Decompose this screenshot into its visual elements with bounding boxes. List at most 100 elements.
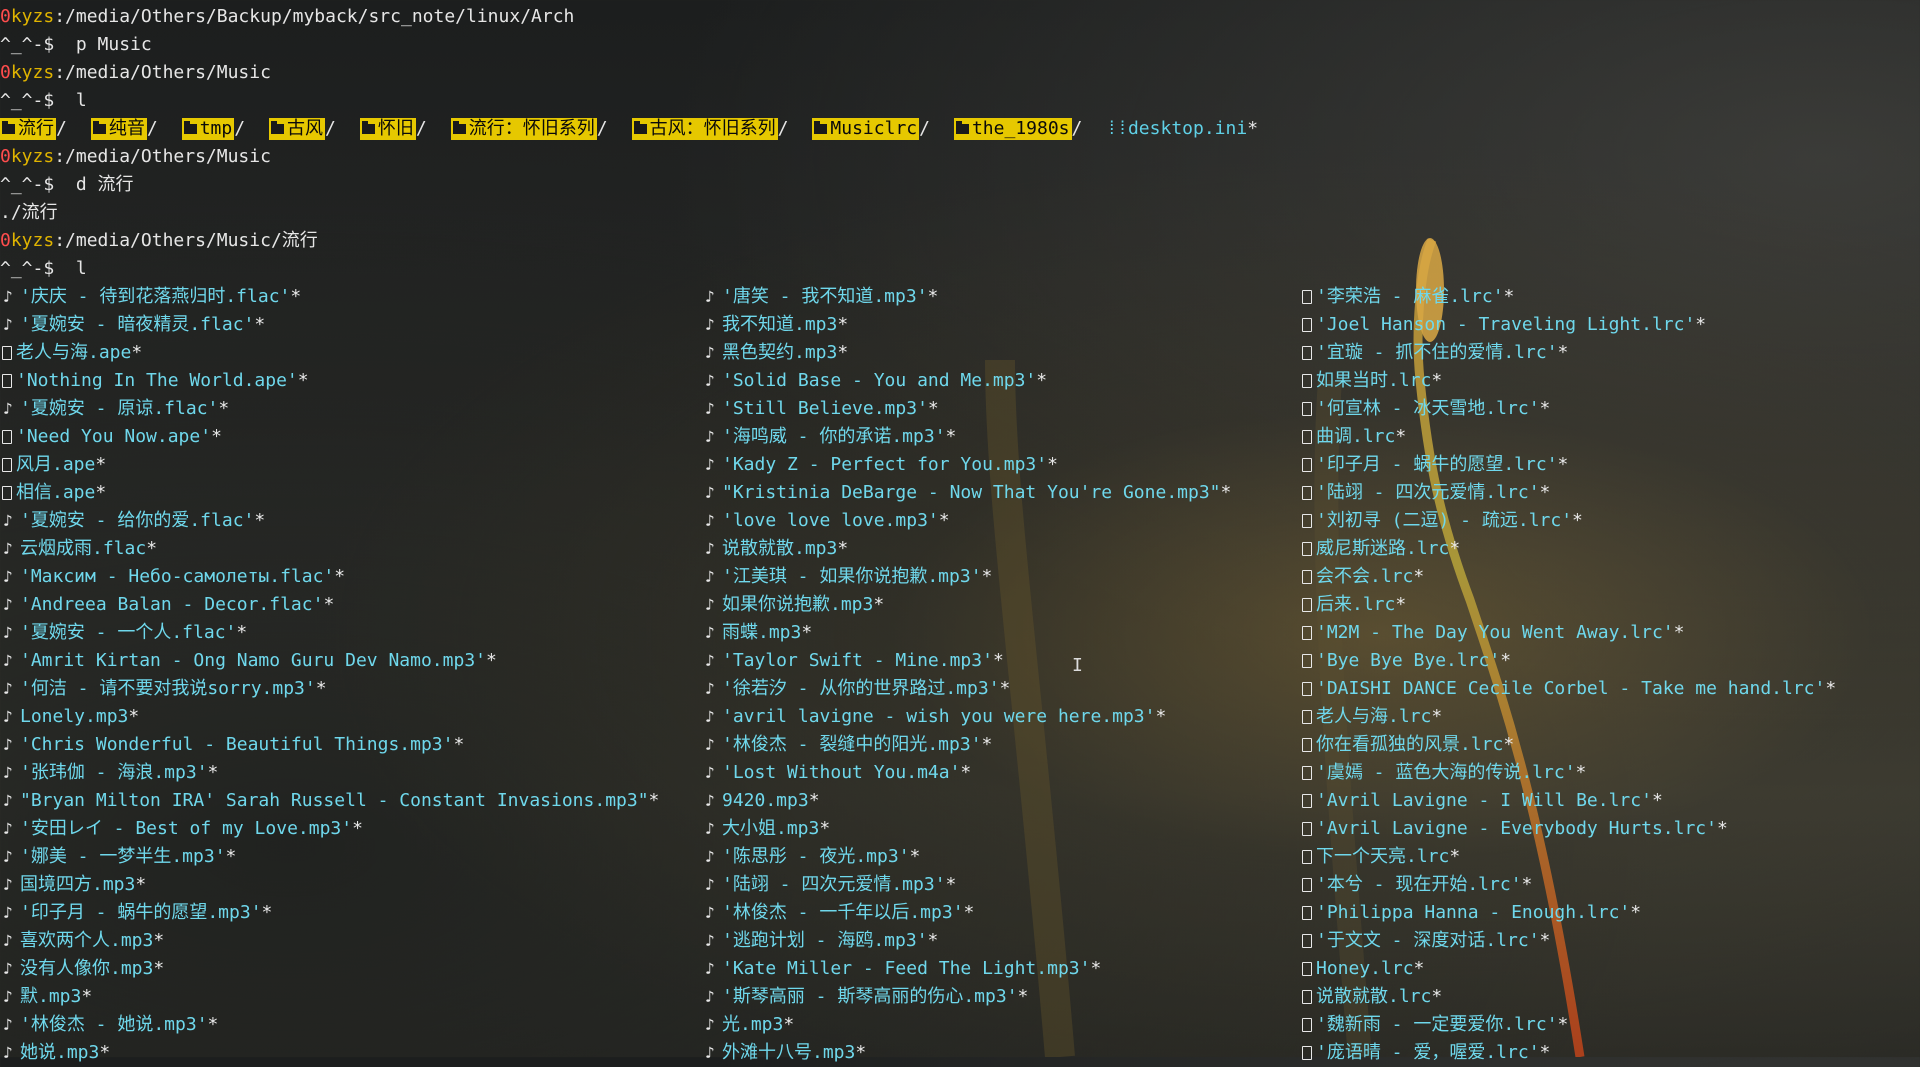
file-entry[interactable]: 后来.lrc * xyxy=(1300,591,1836,619)
file-entry[interactable]: 老人与海.lrc * xyxy=(1300,703,1836,731)
directory-entry[interactable]: the_1980s xyxy=(953,118,1072,140)
file-entry[interactable]: ♪ 9420.mp3 * xyxy=(702,787,1231,815)
file-entry[interactable]: ♪ 'love love love.mp3' * xyxy=(702,507,1231,535)
exec-suffix: * xyxy=(1090,958,1102,979)
file-entry[interactable]: 下一个天亮.lrc * xyxy=(1300,843,1836,871)
file-entry[interactable]: '魏新雨 - 一定要爱你.lrc' * xyxy=(1300,1011,1836,1039)
file-entry[interactable]: 'Need You Now.ape' * xyxy=(0,423,659,451)
file-entry[interactable]: ♪ '陆翊 - 四次元爱情.mp3' * xyxy=(702,871,1231,899)
file-entry[interactable]: '庞语晴 - 爱，喔爱.lrc' * xyxy=(1300,1039,1836,1067)
file-entry[interactable]: ♪ 她说.mp3 * xyxy=(0,1039,659,1067)
file-entry[interactable]: ♪ '张玮伽 - 海浪.mp3' * xyxy=(0,759,659,787)
file-entry[interactable]: ♪ '陈思彤 - 夜光.mp3' * xyxy=(702,843,1231,871)
file-entry[interactable]: 威尼斯迷路.lrc * xyxy=(1300,535,1836,563)
file-entry[interactable]: ♪ '夏婉安 - 原谅.flac' * xyxy=(0,395,659,423)
file-entry[interactable]: ♪ 'Lost Without You.m4a' * xyxy=(702,759,1231,787)
file-entry[interactable]: ♪ '安田レイ - Best of my Love.mp3' * xyxy=(0,815,659,843)
file-entry[interactable]: ♪ '逃跑计划 - 海鸥.mp3' * xyxy=(702,927,1231,955)
file-entry[interactable]: ♪ 喜欢两个人.mp3 * xyxy=(0,927,659,955)
file-entry[interactable]: ♪ '林俊杰 - 她说.mp3' * xyxy=(0,1011,659,1039)
file-entry[interactable]: '虞嫣 - 蓝色大海的传说.lrc' * xyxy=(1300,759,1836,787)
file-entry[interactable]: ♪ 云烟成雨.flac * xyxy=(0,535,659,563)
file-entry[interactable]: ♪ 我不知道.mp3 * xyxy=(702,311,1231,339)
file-entry[interactable]: ♪ 大小姐.mp3 * xyxy=(702,815,1231,843)
directory-entry[interactable]: tmp xyxy=(181,118,235,140)
directory-entry[interactable]: 纯音 xyxy=(90,118,147,140)
file-entry[interactable]: ♪ "Bryan Milton IRA' Sarah Russell - Cons… xyxy=(0,787,659,815)
file-entry[interactable]: ♪ '何洁 - 请不要对我说sorry.mp3' * xyxy=(0,675,659,703)
file-entry[interactable]: ♪ 'Andreea Balan - Decor.flac' * xyxy=(0,591,659,619)
file-entry[interactable]: 风月.ape * xyxy=(0,451,659,479)
file-entry[interactable]: ♪ 国境四方.mp3 * xyxy=(0,871,659,899)
file-entry[interactable]: 'Nothing In The World.ape' * xyxy=(0,367,659,395)
directory-entry[interactable]: Musiclrc xyxy=(812,118,920,140)
ini-file-entry[interactable]: ⁞⁞desktop.ini xyxy=(1106,115,1247,143)
directory-entry[interactable]: 怀旧 xyxy=(359,118,416,140)
file-entry[interactable]: 'DAISHI DANCE Cecile Corbel - Take me ha… xyxy=(1300,675,1836,703)
file-entry[interactable]: '李荣浩 - 麻雀.lrc' * xyxy=(1300,283,1836,311)
file-entry[interactable]: ♪ '江美琪 - 如果你说抱歉.mp3' * xyxy=(702,563,1231,591)
file-entry[interactable]: 曲调.lrc * xyxy=(1300,423,1836,451)
file-entry[interactable]: '印子月 - 蜗牛的愿望.lrc' * xyxy=(1300,451,1836,479)
file-entry[interactable]: 'Bye Bye Bye.lrc' * xyxy=(1300,647,1836,675)
file-entry[interactable]: ♪ 默.mp3 * xyxy=(0,983,659,1011)
directory-entry[interactable]: 流行 xyxy=(0,118,56,140)
file-entry[interactable]: ♪ 'avril lavigne - wish you were here.mp3… xyxy=(702,703,1231,731)
file-entry[interactable]: 'Philippa Hanna - Enough.lrc' * xyxy=(1300,899,1836,927)
file-entry[interactable]: ♪ '斯琴高丽 - 斯琴高丽的伤心.mp3' * xyxy=(702,983,1231,1011)
file-name: '林俊杰 - 她说.mp3' xyxy=(20,1014,208,1035)
file-entry[interactable]: ♪ '夏婉安 - 一个人.flac' * xyxy=(0,619,659,647)
file-entry[interactable]: ♪ '海鸣威 - 你的承诺.mp3' * xyxy=(702,423,1231,451)
file-entry[interactable]: 'M2M - The Day You Went Away.lrc' * xyxy=(1300,619,1836,647)
file-entry[interactable]: ♪ '庆庆 - 待到花落燕归时.flac' * xyxy=(0,283,659,311)
file-name: 'Taylor Swift - Mine.mp3' xyxy=(722,650,993,671)
directory-name: 流行 xyxy=(18,118,54,139)
file-entry[interactable]: ♪ '林俊杰 - 裂缝中的阳光.mp3' * xyxy=(702,731,1231,759)
file-entry[interactable]: '陆翊 - 四次元爱情.lrc' * xyxy=(1300,479,1836,507)
file-entry[interactable]: ♪ 雨蝶.mp3 * xyxy=(702,619,1231,647)
file-entry[interactable]: '本兮 - 现在开始.lrc' * xyxy=(1300,871,1836,899)
file-entry[interactable]: 'Avril Lavigne - Everybody Hurts.lrc' * xyxy=(1300,815,1836,843)
file-entry[interactable]: 老人与海.ape * xyxy=(0,339,659,367)
file-entry[interactable]: '何宣林 - 冰天雪地.lrc' * xyxy=(1300,395,1836,423)
file-entry[interactable]: ♪ 'Still Believe.mp3' * xyxy=(702,395,1231,423)
file-entry[interactable]: ♪ 说散就散.mp3 * xyxy=(702,535,1231,563)
file-entry[interactable]: ♪ '夏婉安 - 暗夜精灵.flac' * xyxy=(0,311,659,339)
file-entry[interactable]: ♪ 'Chris Wonderful - Beautiful Things.mp3… xyxy=(0,731,659,759)
file-entry[interactable]: 你在看孤独的风景.lrc * xyxy=(1300,731,1836,759)
file-entry[interactable]: ♪ 没有人像你.mp3 * xyxy=(0,955,659,983)
exec-suffix: * xyxy=(254,314,266,335)
file-entry[interactable]: ♪ 'Taylor Swift - Mine.mp3' * xyxy=(702,647,1231,675)
file-entry[interactable]: ♪ '夏婉安 - 给你的爱.flac' * xyxy=(0,507,659,535)
file-entry[interactable]: ♪ 'Kady Z - Perfect for You.mp3' * xyxy=(702,451,1231,479)
file-entry[interactable]: Honey.lrc * xyxy=(1300,955,1836,983)
file-entry[interactable]: 'Avril Lavigne - I Will Be.lrc' * xyxy=(1300,787,1836,815)
file-entry[interactable]: ♪ "Kristinia DeBarge - Now That You're Go… xyxy=(702,479,1231,507)
file-entry[interactable]: 会不会.lrc * xyxy=(1300,563,1836,591)
file-entry[interactable]: ♪ '唐笑 - 我不知道.mp3' * xyxy=(702,283,1231,311)
file-entry[interactable]: ♪ Lonely.mp3 * xyxy=(0,703,659,731)
directory-entry[interactable]: 古风 xyxy=(269,118,326,140)
terminal[interactable]: 0kyzs:/media/Others/Backup/myback/src_no… xyxy=(0,3,1920,1067)
file-entry[interactable]: 说散就散.lrc * xyxy=(1300,983,1836,1011)
file-entry[interactable]: ♪ 'Максим - Небо-самолеты.flac' * xyxy=(0,563,659,591)
file-entry[interactable]: ♪ '娜美 - 一梦半生.mp3' * xyxy=(0,843,659,871)
file-entry[interactable]: ♪ '林俊杰 - 一千年以后.mp3' * xyxy=(702,899,1231,927)
file-entry[interactable]: ♪ '印子月 - 蜗牛的愿望.mp3' * xyxy=(0,899,659,927)
file-entry[interactable]: 如果当时.lrc * xyxy=(1300,367,1836,395)
file-entry[interactable]: '刘初寻 (二逗) - 疏远.lrc' * xyxy=(1300,507,1836,535)
file-entry[interactable]: '于文文 - 深度对话.lrc' * xyxy=(1300,927,1836,955)
file-entry[interactable]: '宜璇 - 抓不住的爱情.lrc' * xyxy=(1300,339,1836,367)
directory-entry[interactable]: 流行：怀旧系列 xyxy=(450,118,597,140)
file-entry[interactable]: 'Joel Hanson - Traveling Light.lrc' * xyxy=(1300,311,1836,339)
directory-entry[interactable]: 古风：怀旧系列 xyxy=(631,118,778,140)
file-entry[interactable]: ♪ 黑色契约.mp3 * xyxy=(702,339,1231,367)
file-entry[interactable]: ♪ 'Solid Base - You and Me.mp3' * xyxy=(702,367,1231,395)
file-entry[interactable]: ♪ 'Kate Miller - Feed The Light.mp3' * xyxy=(702,955,1231,983)
file-entry[interactable]: ♪ 光.mp3 * xyxy=(702,1011,1231,1039)
file-entry[interactable]: ♪ 'Amrit Kirtan - Ong Namo Guru Dev Namo.… xyxy=(0,647,659,675)
file-entry[interactable]: ♪ 如果你说抱歉.mp3 * xyxy=(702,591,1231,619)
file-entry[interactable]: 相信.ape * xyxy=(0,479,659,507)
file-entry[interactable]: ♪ 外滩十八号.mp3 * xyxy=(702,1039,1231,1067)
file-entry[interactable]: ♪ '徐若汐 - 从你的世界路过.mp3' * xyxy=(702,675,1231,703)
